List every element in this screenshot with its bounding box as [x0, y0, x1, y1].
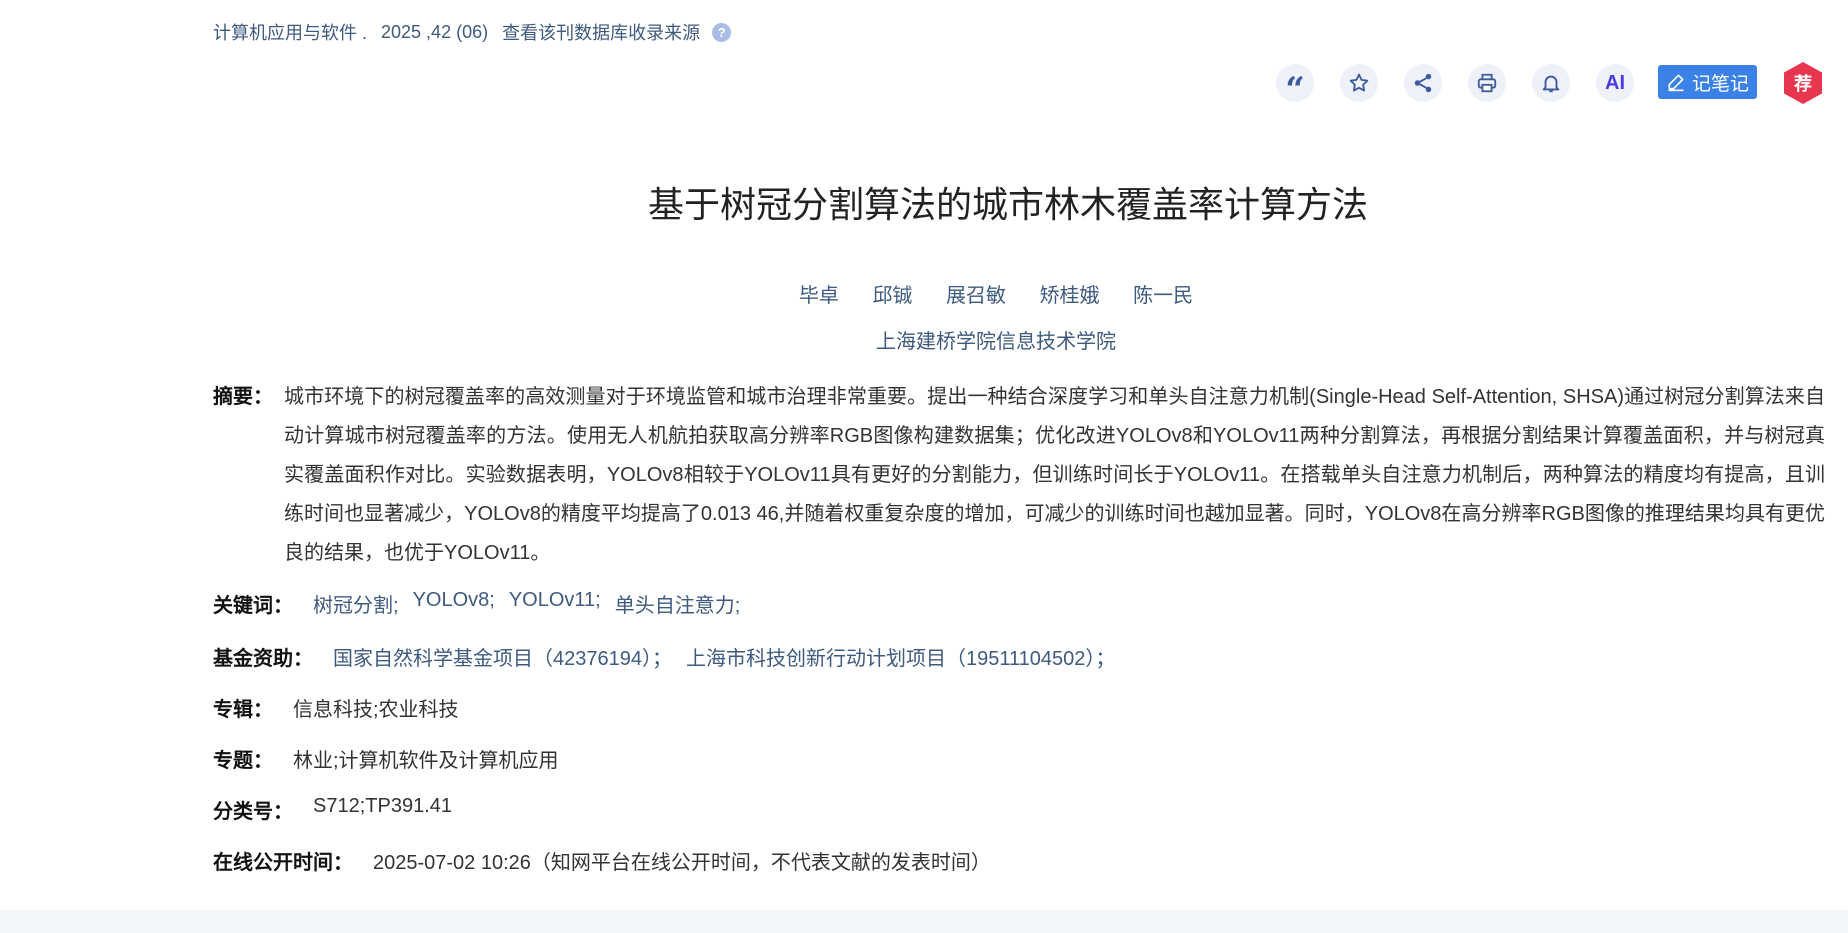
pencil-icon	[1668, 74, 1684, 92]
classification-value: S712;TP391.41	[313, 795, 452, 817]
ai-icon: AI	[1605, 71, 1625, 94]
affiliation-link[interactable]: 上海建桥学院信息技术学院	[0, 325, 1848, 354]
funding-row: 基金资助： 国家自然科学基金项目（42376194）； 上海市科技创新行动计划项…	[213, 642, 1129, 671]
take-note-label: 记笔记	[1691, 73, 1749, 95]
author-link[interactable]: 展召敏	[946, 285, 1006, 307]
favorite-button[interactable]	[1340, 64, 1378, 102]
share-icon	[1414, 73, 1432, 93]
keyword-link[interactable]: YOLOv8;	[413, 589, 495, 618]
article-title: 基于树冠分割算法的城市林木覆盖率计算方法	[647, 184, 1368, 225]
series-row: 专辑： 信息科技;农业科技	[213, 693, 459, 722]
series-value: 信息科技;农业科技	[293, 699, 459, 721]
print-button[interactable]	[1468, 64, 1506, 102]
share-button[interactable]	[1404, 64, 1442, 102]
funding-label: 基金资助：	[213, 648, 313, 670]
online-time-value: 2025-07-02 10:26（知网平台在线公开时间，不代表文献的发表时间）	[373, 852, 991, 874]
keywords-label: 关键词：	[213, 595, 293, 617]
keyword-link[interactable]: YOLOv11;	[509, 589, 601, 618]
issue-link[interactable]: 2025 ,42 (06)	[381, 22, 488, 43]
journal-link[interactable]: 计算机应用与软件 .	[213, 19, 367, 45]
author-link[interactable]: 矫桂娥	[1040, 285, 1100, 307]
keyword-link[interactable]: 单头自注意力;	[615, 589, 741, 618]
funding-link[interactable]: 国家自然科学基金项目（42376194）；	[333, 642, 672, 671]
topic-value: 林业;计算机软件及计算机应用	[293, 750, 559, 772]
star-icon	[1349, 73, 1369, 92]
recommend-button[interactable]: 荐	[1782, 61, 1824, 105]
cite-button[interactable]: “	[1276, 64, 1314, 107]
notify-button[interactable]	[1532, 64, 1570, 102]
classification-label: 分类号：	[213, 801, 293, 823]
quote-icon: “	[1285, 70, 1305, 110]
topic-row: 专题： 林业;计算机软件及计算机应用	[213, 744, 559, 773]
print-icon	[1477, 73, 1497, 93]
funding-link[interactable]: 上海市科技创新行动计划项目（19511104502）；	[686, 642, 1115, 671]
keyword-link[interactable]: 树冠分割;	[313, 589, 399, 618]
author-link[interactable]: 毕卓	[799, 285, 839, 307]
author-list: 毕卓 邱铖 展召敏 矫桂娥 陈一民	[0, 279, 1848, 308]
classification-row: 分类号： S712;TP391.41	[213, 795, 452, 824]
source-bar: 计算机应用与软件 . 2025 ,42 (06) 查看该刊数据库收录来源 ?	[213, 19, 732, 45]
series-label: 专辑：	[213, 699, 273, 721]
online-time-label: 在线公开时间：	[213, 852, 353, 874]
help-icon[interactable]: ?	[712, 22, 732, 42]
ai-button[interactable]: AI	[1596, 64, 1634, 102]
abstract-section: 摘要： 城市环境下的树冠覆盖率的高效测量对于环境监管和城市治理非常重要。提出一种…	[213, 378, 1825, 573]
bell-icon	[1542, 75, 1560, 93]
online-time-row: 在线公开时间： 2025-07-02 10:26（知网平台在线公开时间，不代表文…	[213, 846, 991, 875]
footer-band	[0, 910, 1848, 933]
abstract-label: 摘要：	[213, 386, 273, 408]
author-link[interactable]: 陈一民	[1133, 285, 1193, 307]
topic-label: 专题：	[213, 750, 273, 772]
database-source-link[interactable]: 查看该刊数据库收录来源	[502, 19, 700, 45]
keywords-row: 关键词： 树冠分割; YOLOv8; YOLOv11; 单头自注意力;	[213, 589, 754, 618]
take-note-button[interactable]: 记笔记	[1658, 65, 1757, 99]
author-link[interactable]: 邱铖	[872, 285, 912, 307]
recommend-label: 荐	[1794, 74, 1812, 94]
abstract-text: 城市环境下的树冠覆盖率的高效测量对于环境监管和城市治理非常重要。提出一种结合深度…	[284, 386, 1825, 564]
